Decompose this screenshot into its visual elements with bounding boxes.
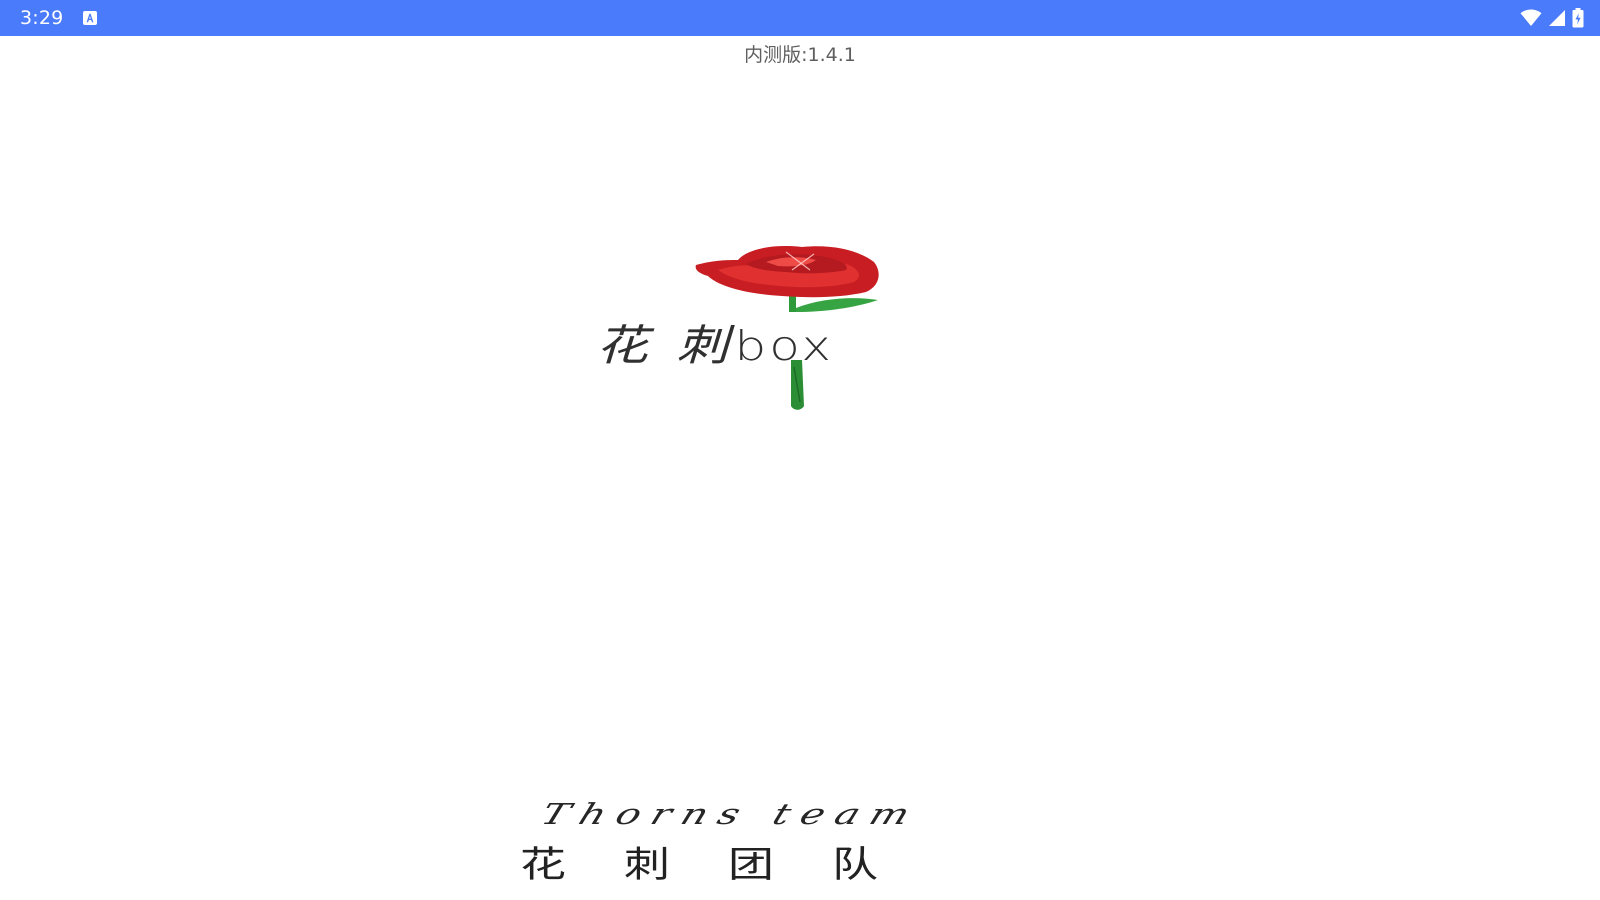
version-label: 内测版:1.4.1: [744, 44, 856, 66]
logo-text-cn: 花 刺: [596, 321, 735, 371]
cell-signal-icon: [1549, 10, 1565, 26]
status-icons: [1520, 8, 1584, 28]
status-bar: 3:29: [0, 0, 1600, 36]
wifi-icon: [1520, 9, 1542, 26]
team-signature: Thorns team 花刺团队: [520, 798, 1120, 900]
app-logo: 花 刺box: [596, 242, 1056, 422]
keyboard-a-icon: [83, 11, 97, 25]
logo-text-en: box: [734, 322, 834, 370]
splash-screen: 3:29 内测版:1.4.1 花 刺box Thorns team 花刺团队: [0, 0, 1600, 900]
team-name-en: Thorns team: [536, 798, 926, 832]
team-name-cn: 花刺团队: [520, 843, 936, 886]
battery-charging-icon: [1572, 8, 1584, 28]
logo-text: 花 刺box: [596, 311, 834, 373]
status-time: 3:29: [20, 7, 64, 29]
